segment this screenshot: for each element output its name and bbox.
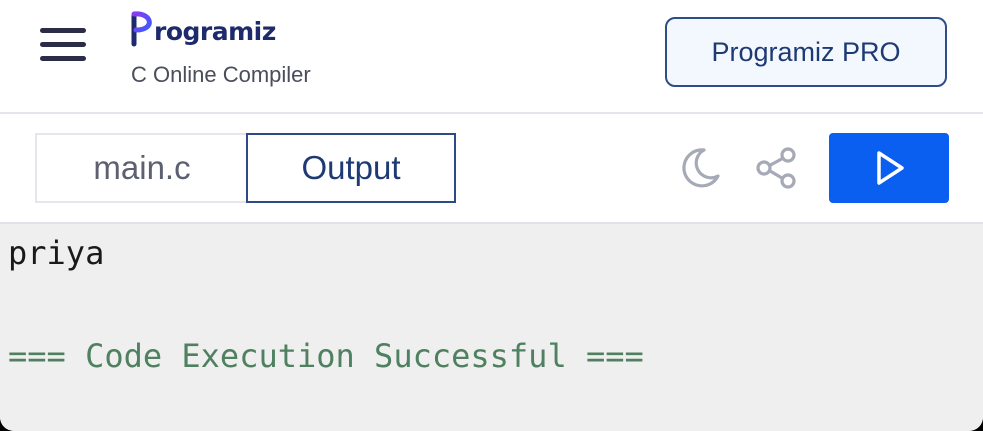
brand-logo[interactable]: rogramiz (130, 8, 276, 48)
run-button[interactable] (829, 133, 949, 203)
play-icon (877, 151, 904, 185)
brand-name: rogramiz (154, 17, 276, 46)
output-line: priya (8, 234, 105, 272)
menu-bar (40, 28, 86, 33)
menu-bar (40, 56, 86, 61)
output-console[interactable]: priya === Code Execution Successful === (0, 224, 983, 431)
editor-toolbar: main.c Output (0, 114, 983, 222)
hamburger-menu-icon[interactable] (36, 24, 90, 66)
moon-icon[interactable] (676, 144, 724, 192)
execution-status-line: === Code Execution Successful === (8, 337, 644, 375)
menu-bar (40, 42, 86, 47)
tab-output[interactable]: Output (246, 133, 456, 203)
page-subtitle: C Online Compiler (131, 62, 311, 87)
tab-main-c[interactable]: main.c (35, 133, 247, 203)
programiz-pro-button[interactable]: Programiz PRO (665, 17, 947, 87)
compiler-screen: rogramiz C Online Compiler Programiz PRO… (0, 0, 983, 431)
share-icon[interactable] (753, 144, 801, 192)
app-header: rogramiz C Online Compiler Programiz PRO (0, 0, 983, 112)
programiz-logo-icon (131, 11, 152, 47)
